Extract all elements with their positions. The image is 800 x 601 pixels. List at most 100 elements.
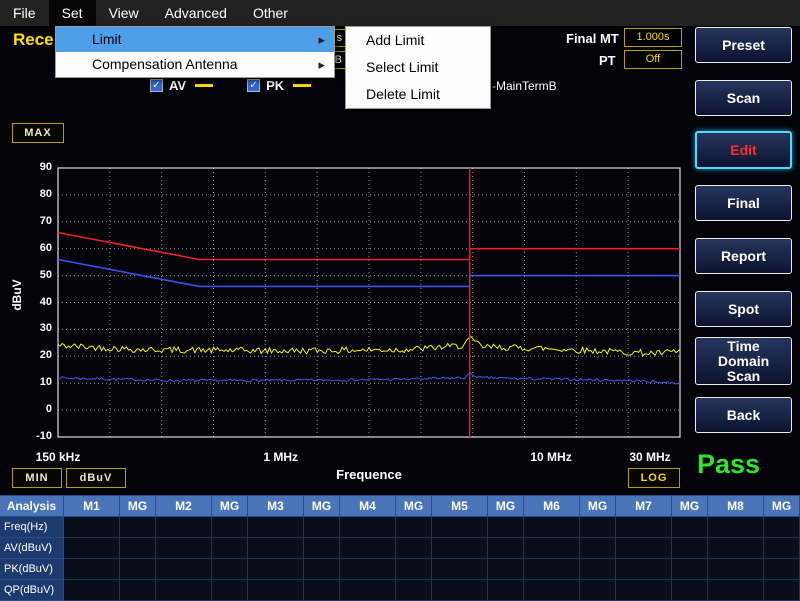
- table-cell: [304, 517, 340, 538]
- pk-checkbox[interactable]: ✓: [247, 79, 260, 92]
- table-cell: [340, 517, 396, 538]
- table-header-mg: MG: [120, 496, 156, 517]
- table-cell: [432, 559, 488, 580]
- table-cell: [156, 559, 212, 580]
- table-row-label-pk-dbuv: PK(dBuV): [0, 559, 64, 580]
- y-tick-label: 80: [22, 188, 52, 200]
- table-header-mg: MG: [488, 496, 524, 517]
- table-header-mg: MG: [396, 496, 432, 517]
- y-tick-label: -10: [22, 430, 52, 442]
- final-mt-value[interactable]: 1.000s: [624, 28, 682, 47]
- table-cell: [580, 517, 616, 538]
- table-header-m5: M5: [432, 496, 488, 517]
- y-tick-label: 10: [22, 376, 52, 388]
- trace-legend: ✓ AV ✓ PK: [150, 78, 311, 93]
- report-button[interactable]: Report: [695, 238, 792, 274]
- submenu-arrow-icon: ▸: [318, 52, 325, 77]
- table-cell: [248, 559, 304, 580]
- submenu-option-add-limit[interactable]: Add Limit: [346, 27, 490, 54]
- y-tick-label: 90: [22, 161, 52, 173]
- table-cell: [616, 580, 672, 601]
- submenu: Add LimitSelect LimitDelete Limit: [345, 26, 491, 109]
- menu-item-set[interactable]: Set: [49, 0, 96, 26]
- table-cell: [672, 580, 708, 601]
- table-row-label-freq-hz: Freq(Hz): [0, 517, 64, 538]
- max-button[interactable]: MAX: [12, 123, 64, 143]
- menu-option-limit[interactable]: Limit▸: [56, 27, 334, 52]
- table-cell: [488, 559, 524, 580]
- dropdown-menu: Limit▸ Compensation Antenna ▸: [55, 26, 335, 78]
- table-cell: [120, 559, 156, 580]
- table-header-mg: MG: [580, 496, 616, 517]
- table-header-m1: M1: [64, 496, 120, 517]
- menu-option-label: Compensation Antenna: [92, 56, 238, 72]
- av-checkbox[interactable]: ✓: [150, 79, 163, 92]
- time-domain-scan-button[interactable]: Time Domain Scan: [695, 337, 792, 385]
- menu-item-advanced[interactable]: Advanced: [152, 0, 240, 26]
- table-row-label-qp-dbuv: QP(dBuV): [0, 580, 64, 601]
- table-cell: [304, 559, 340, 580]
- sidebar: Preset Scan Edit Final Report Spot Time Domain…: [695, 27, 793, 433]
- table-cell: [396, 538, 432, 559]
- scan-button[interactable]: Scan: [695, 80, 792, 116]
- final-mt-label: Final MT: [566, 31, 619, 46]
- preset-button[interactable]: Preset: [695, 27, 792, 63]
- table-cell: [764, 580, 800, 601]
- log-scale-button[interactable]: LOG: [628, 468, 680, 488]
- av-checkbox-label: AV: [169, 78, 186, 93]
- x-tick-label: 150 kHz: [36, 450, 81, 464]
- final-button[interactable]: Final: [695, 185, 792, 221]
- table-cell: [616, 517, 672, 538]
- unit-button[interactable]: dBuV: [66, 468, 126, 488]
- edit-button[interactable]: Edit: [695, 131, 792, 169]
- menu-item-view[interactable]: View: [96, 0, 152, 26]
- pk-checkbox-label: PK: [266, 78, 284, 93]
- table-cell: [708, 517, 764, 538]
- table-cell: [340, 580, 396, 601]
- y-tick-label: 30: [22, 322, 52, 334]
- table-cell: [672, 517, 708, 538]
- table-cell: [396, 559, 432, 580]
- x-tick-label: 1 MHz: [263, 450, 298, 464]
- menu-option-compensation-antenna[interactable]: Compensation Antenna ▸: [56, 52, 334, 77]
- table-cell: [120, 538, 156, 559]
- spot-button[interactable]: Spot: [695, 291, 792, 327]
- table-cell: [64, 517, 120, 538]
- y-tick-label: 40: [22, 296, 52, 308]
- pt-value[interactable]: Off: [624, 50, 682, 69]
- table-header-m2: M2: [156, 496, 212, 517]
- submenu-option-delete-limit[interactable]: Delete Limit: [346, 81, 490, 108]
- chart-area: MAX dBuV Frequence MIN dBuV LOG 90807060…: [0, 120, 692, 495]
- table-cell: [708, 580, 764, 601]
- table-cell: [488, 517, 524, 538]
- table-cell: [580, 580, 616, 601]
- table-cell: [212, 559, 248, 580]
- x-tick-label: 10 MHz: [530, 450, 571, 464]
- table-cell: [396, 517, 432, 538]
- min-button[interactable]: MIN: [12, 468, 62, 488]
- table-cell: [156, 580, 212, 601]
- pt-label: PT: [599, 53, 616, 68]
- trace-av: [58, 373, 680, 384]
- table-cell: [156, 538, 212, 559]
- table-cell: [524, 538, 580, 559]
- table-cell: [524, 559, 580, 580]
- measurement-table: AnalysisM1MGM2MGM3MGM4MGM5MGM6MGM7MGM8MG…: [0, 495, 800, 600]
- table-cell: [304, 580, 340, 601]
- menu-item-file[interactable]: File: [0, 0, 49, 26]
- table-cell: [580, 538, 616, 559]
- table-cell: [340, 559, 396, 580]
- table-cell: [488, 580, 524, 601]
- table-cell: [764, 559, 800, 580]
- term-text-fragment: -MainTermB: [492, 79, 557, 93]
- menu-option-label: Limit: [92, 31, 122, 47]
- table-cell: [616, 538, 672, 559]
- menu-item-other[interactable]: Other: [240, 0, 301, 26]
- table-header-mg: MG: [304, 496, 340, 517]
- table-cell: [340, 538, 396, 559]
- y-tick-label: 60: [22, 242, 52, 254]
- table-cell: [488, 538, 524, 559]
- back-button[interactable]: Back: [695, 397, 792, 433]
- x-tick-label: 30 MHz: [629, 450, 670, 464]
- submenu-option-select-limit[interactable]: Select Limit: [346, 54, 490, 81]
